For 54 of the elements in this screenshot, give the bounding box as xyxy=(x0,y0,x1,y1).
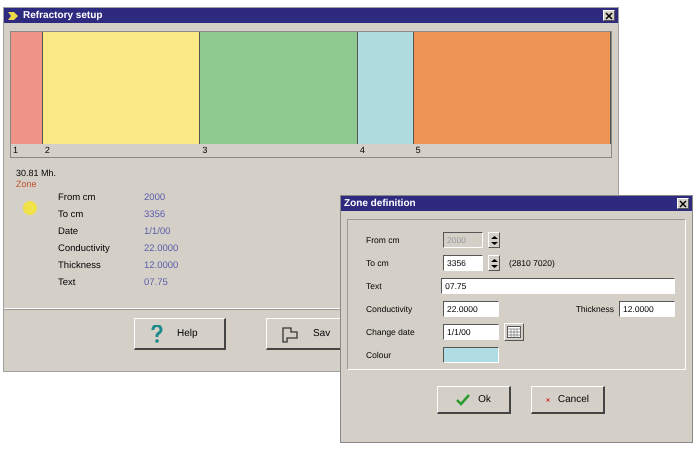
detail-value: 12.0000 xyxy=(144,259,178,273)
dialog-title: Zone definition xyxy=(344,198,416,209)
detail-label: Conductivity xyxy=(58,242,111,256)
detail-value: 22.0000 xyxy=(144,242,178,256)
zone-number: 3 xyxy=(202,145,208,155)
spin-icon xyxy=(490,258,498,268)
detail-value: 07.75 xyxy=(144,276,169,290)
conductivity-field[interactable]: 22.0000 xyxy=(443,301,499,317)
zone-block[interactable] xyxy=(358,32,414,144)
detail-label: From cm xyxy=(58,191,96,205)
zone-number: 2 xyxy=(44,145,50,155)
detail-value: 2000 xyxy=(144,191,166,205)
field-label: Colour xyxy=(366,350,392,360)
field-label: Text xyxy=(366,281,383,291)
zone-number: 4 xyxy=(360,145,365,155)
help-icon xyxy=(149,324,165,342)
field-label: Conductivity xyxy=(366,304,414,314)
close-button[interactable] xyxy=(603,10,615,21)
calendar-button[interactable] xyxy=(504,323,524,341)
detail-value: 1/1/00 xyxy=(144,225,172,239)
to-field[interactable]: 3356 xyxy=(443,255,483,271)
app-icon xyxy=(7,10,19,22)
window-title: Refractory setup xyxy=(23,10,102,21)
detail-label: Text xyxy=(58,276,76,290)
detail-label: Date xyxy=(58,225,80,239)
zone-number: 5 xyxy=(416,145,421,155)
close-icon xyxy=(679,200,687,208)
calendar-icon xyxy=(507,326,521,338)
spin-button[interactable] xyxy=(488,232,500,248)
check-icon xyxy=(456,394,470,406)
range-text: (2810 7020) xyxy=(509,258,555,268)
ok-button[interactable]: Ok xyxy=(437,386,511,414)
field-label: Thickness xyxy=(576,304,614,314)
text-field[interactable]: 07.75 xyxy=(441,278,675,294)
help-button[interactable]: Help xyxy=(134,318,226,350)
colour-swatch[interactable] xyxy=(443,347,499,363)
detail-value: 3356 xyxy=(144,208,166,222)
field-label: To cm xyxy=(366,258,390,268)
spin-icon xyxy=(490,236,498,244)
cancel-button[interactable]: Cancel xyxy=(531,386,605,414)
spin-button[interactable] xyxy=(488,255,500,271)
zone-number: 1 xyxy=(13,145,18,155)
zone-heading: Zone xyxy=(16,179,38,189)
total-value: 30.81 Mh. xyxy=(16,168,58,178)
zone-block[interactable] xyxy=(11,32,43,144)
close-button[interactable] xyxy=(677,198,689,209)
field-label: From cm xyxy=(366,235,401,245)
detail-label: To cm xyxy=(58,208,84,222)
thickness-field[interactable]: 12.0000 xyxy=(619,301,675,317)
close-icon xyxy=(605,12,613,20)
field-label: Change date xyxy=(366,327,416,337)
detail-label: Thickness xyxy=(58,259,102,273)
date-field[interactable]: 1/1/00 xyxy=(443,324,499,340)
zone-color-icon xyxy=(22,200,38,216)
